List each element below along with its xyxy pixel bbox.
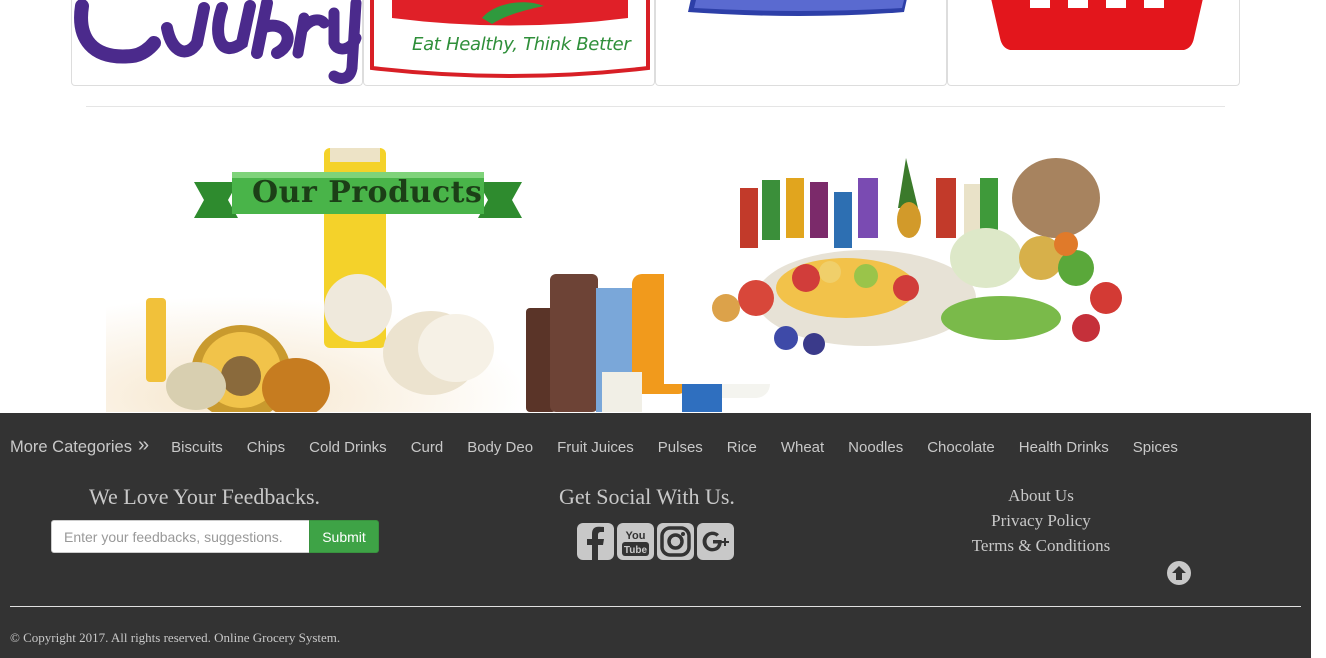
- feedback-title: We Love Your Feedbacks.: [89, 484, 321, 509]
- brand-carousel: Eat Healthy, Think Better: [71, 0, 1241, 87]
- category-link-noodles[interactable]: Noodles: [848, 439, 903, 456]
- copyright-text: © Copyright 2017. All rights reserved. O…: [10, 630, 341, 645]
- brand-tagline: Eat Healthy, Think Better: [412, 34, 631, 55]
- category-link-wheat[interactable]: Wheat: [781, 439, 824, 456]
- brand-tile-parle[interactable]: [947, 0, 1240, 86]
- more-categories-label: More Categories: [10, 437, 132, 456]
- footer-divider: [10, 606, 1301, 607]
- svg-text:Tube: Tube: [624, 545, 648, 556]
- products-banner[interactable]: Our Products: [106, 148, 1130, 412]
- category-link-pulses[interactable]: Pulses: [658, 439, 703, 456]
- about-us-link[interactable]: About Us: [941, 486, 1141, 506]
- feedback-submit-button[interactable]: Submit: [309, 520, 379, 553]
- category-link-fruit-juices[interactable]: Fruit Juices: [557, 439, 634, 456]
- category-bar: More Categories » Biscuits Chips Cold Dr…: [10, 433, 1202, 458]
- svg-text:You: You: [626, 530, 646, 542]
- category-link-spices[interactable]: Spices: [1133, 439, 1178, 456]
- terms-conditions-link[interactable]: Terms & Conditions: [941, 536, 1141, 556]
- site-footer: More Categories » Biscuits Chips Cold Dr…: [0, 413, 1311, 658]
- category-link-cold-drinks[interactable]: Cold Drinks: [309, 439, 387, 456]
- youtube-icon[interactable]: You Tube: [617, 523, 654, 560]
- brand-tile-healthy[interactable]: Eat Healthy, Think Better: [363, 0, 655, 86]
- banner-ribbon-title: Our Products: [252, 175, 483, 210]
- category-link-health-drinks[interactable]: Health Drinks: [1019, 439, 1109, 456]
- section-divider: [86, 106, 1225, 107]
- category-link-rice[interactable]: Rice: [727, 439, 757, 456]
- privacy-policy-link[interactable]: Privacy Policy: [941, 511, 1141, 531]
- category-link-body-deo[interactable]: Body Deo: [467, 439, 533, 456]
- cadbury-logo: [74, 0, 362, 84]
- brothers-logo: [688, 0, 907, 16]
- category-link-chips[interactable]: Chips: [247, 439, 285, 456]
- facebook-icon[interactable]: [577, 523, 614, 560]
- category-link-curd[interactable]: Curd: [411, 439, 444, 456]
- feedback-input[interactable]: [51, 520, 310, 553]
- category-link-biscuits[interactable]: Biscuits: [171, 439, 223, 456]
- scroll-to-top-icon[interactable]: [1166, 560, 1192, 586]
- category-link-chocolate[interactable]: Chocolate: [927, 439, 995, 456]
- brand-tile-brothers[interactable]: [655, 0, 947, 86]
- brand-tile-cadbury[interactable]: [71, 0, 363, 86]
- double-chevron-right-icon: »: [137, 433, 150, 456]
- social-title: Get Social With Us.: [559, 484, 735, 509]
- parle-logo: [991, 0, 1203, 50]
- instagram-icon[interactable]: [657, 523, 694, 560]
- google-plus-icon[interactable]: [697, 523, 734, 560]
